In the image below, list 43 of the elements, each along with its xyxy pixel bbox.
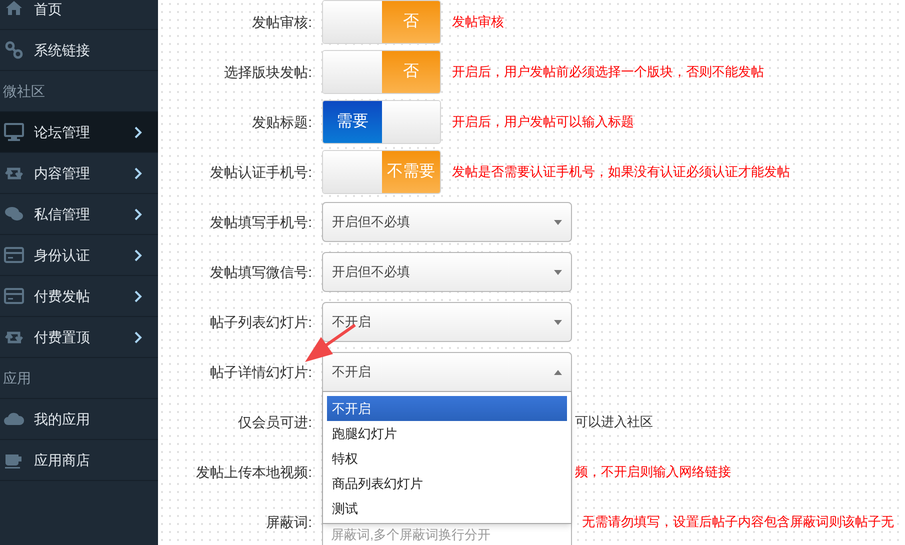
select-field[interactable]: 不开启 — [322, 352, 572, 392]
dropdown-option[interactable]: 商品列表幻灯片 — [327, 471, 567, 496]
caret-icon — [554, 370, 562, 374]
hint-text: 发帖是否需要认证手机号，如果没有认证必须认证才能发帖 — [452, 163, 790, 182]
field-label: 屏蔽词: — [266, 513, 312, 532]
dropdown-option[interactable]: 不开启 — [327, 396, 567, 421]
select-field[interactable]: 开启但不必填 — [322, 252, 572, 292]
field-label: 发贴标题: — [252, 112, 312, 132]
toggle-value: 否 — [403, 62, 419, 82]
caret-icon — [554, 270, 562, 274]
field-label: 仅会员可进: — [238, 412, 312, 432]
dropdown-option[interactable]: 测试 — [327, 496, 567, 521]
field-label: 选择版块发帖: — [224, 62, 312, 82]
monitor-icon — [4, 122, 24, 142]
sidebar-item[interactable]: 首页 — [0, 0, 158, 30]
hint-text: 频，不开启则输入网络链接 — [575, 463, 731, 482]
dropdown-option[interactable]: 特权 — [327, 446, 567, 471]
toggle-switch[interactable]: 需要 — [322, 100, 441, 144]
hint-text: 发帖审核 — [452, 13, 504, 32]
toggle-value: 否 — [403, 12, 419, 32]
section-label: 微社区 — [3, 82, 45, 100]
hint-text: 开启后，用户发帖可以输入标题 — [452, 113, 634, 132]
toggle-value: 需要 — [336, 112, 368, 132]
hint-text: 无需请勿填写，设置后帖子内容包含屏蔽词则该帖子无 — [582, 513, 894, 531]
hint-text: 开启后，用户发帖前必须选择一个版块，否则不能发帖 — [452, 63, 764, 82]
card-icon — [4, 245, 24, 265]
caret-icon — [554, 320, 562, 324]
field-label: 帖子详情幻灯片: — [210, 362, 312, 382]
link-icon — [4, 40, 24, 60]
section-label: 应用 — [3, 368, 31, 388]
select-field[interactable]: 开启但不必填 — [322, 202, 572, 242]
field-label: 发帖审核: — [252, 12, 312, 32]
toggle-value: 不需要 — [387, 162, 435, 182]
field-label: 发帖填写微信号: — [210, 262, 312, 282]
field-label: 发帖认证手机号: — [210, 162, 312, 182]
caret-icon — [554, 220, 562, 224]
hint-text: 可以进入社区 — [575, 413, 653, 432]
dropdown-option[interactable]: 跑腿幻灯片 — [327, 421, 567, 446]
field-label: 发帖上传本地视频: — [196, 462, 312, 482]
card-icon — [4, 286, 24, 306]
sidebar-item[interactable]: 论坛管理 — [0, 112, 158, 153]
field-label: 帖子列表幻灯片: — [210, 312, 312, 332]
field-label: 发帖填写手机号: — [210, 212, 312, 232]
